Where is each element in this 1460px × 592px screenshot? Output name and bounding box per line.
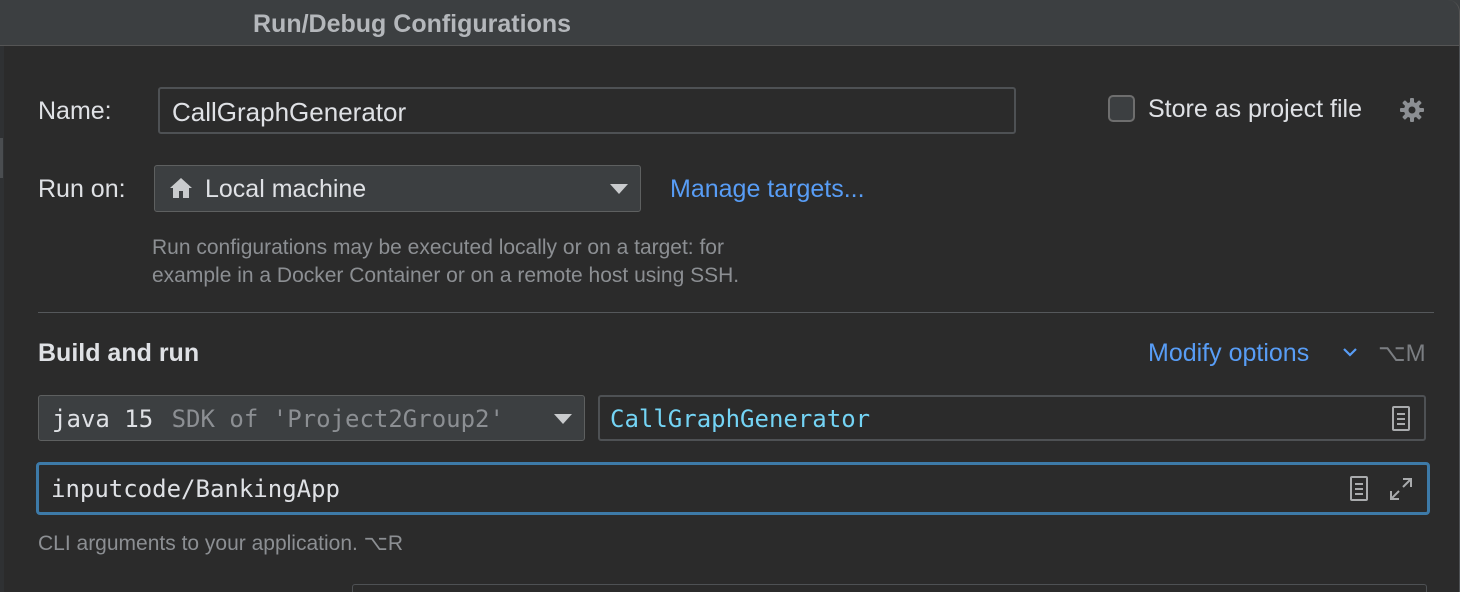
left-resize-handle[interactable] [0, 138, 3, 178]
chevron-down-icon[interactable] [1342, 346, 1358, 358]
run-on-hint-line1: Run configurations may be executed local… [152, 236, 724, 259]
jdk-dropdown[interactable]: java 15 SDK of 'Project2Group2' [38, 395, 585, 441]
dialog-title: Run/Debug Configurations [253, 10, 572, 38]
chevron-down-icon [610, 184, 628, 194]
main-class-field[interactable]: CallGraphGenerator [598, 395, 1426, 441]
program-arguments-value: inputcode/BankingApp [51, 475, 340, 503]
section-separator [38, 312, 1434, 313]
program-arguments-field[interactable]: inputcode/BankingApp [36, 462, 1430, 515]
left-edge [0, 46, 4, 592]
window-corner [1445, 0, 1460, 46]
main-class-value: CallGraphGenerator [610, 405, 871, 433]
run-on-label: Run on: [38, 175, 126, 203]
expand-icon[interactable] [1388, 476, 1414, 502]
store-as-project-file-checkbox[interactable] [1108, 95, 1135, 122]
gear-icon[interactable] [1398, 96, 1426, 124]
run-on-dropdown[interactable]: Local machine [154, 165, 641, 212]
store-as-project-file-label[interactable]: Store as project file [1148, 95, 1362, 124]
program-arguments-hint: CLI arguments to your application. ⌥R [38, 532, 404, 555]
modify-options-shortcut: ⌥M [1378, 340, 1426, 367]
run-on-value: Local machine [205, 175, 367, 203]
name-label: Name: [38, 97, 112, 125]
build-and-run-heading: Build and run [38, 339, 200, 367]
insert-macro-icon[interactable] [1350, 476, 1368, 501]
name-value: CallGraphGenerator [172, 97, 407, 127]
browse-class-icon[interactable] [1392, 406, 1410, 431]
dialog-titlebar: Run/Debug Configurations [0, 0, 1460, 46]
run-on-hint-line2: example in a Docker Container or on a re… [152, 264, 740, 287]
name-field[interactable]: CallGraphGenerator [158, 87, 1016, 134]
modify-options-link[interactable]: Modify options [1148, 339, 1309, 368]
home-icon [170, 178, 192, 198]
manage-targets-link[interactable]: Manage targets... [670, 175, 865, 204]
chevron-down-icon [554, 414, 572, 424]
jdk-detail: SDK of 'Project2Group2' [171, 405, 504, 433]
next-field-partial[interactable] [352, 584, 1427, 592]
jdk-name: java 15 [52, 405, 154, 433]
